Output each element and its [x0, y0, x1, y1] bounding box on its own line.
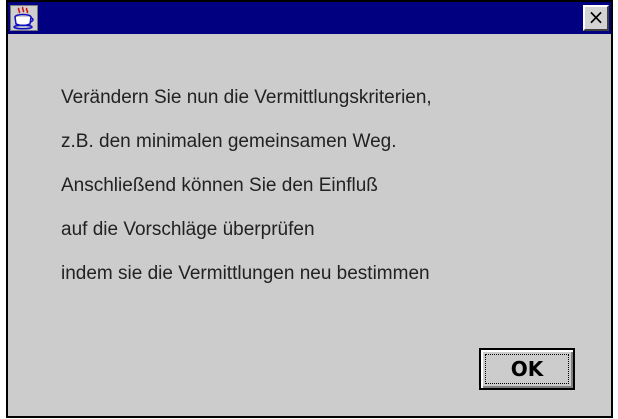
message-line: Anschließend können Sie den Einfluß	[61, 175, 378, 196]
message-line: Verändern Sie nun die Vermittlungskriter…	[61, 87, 432, 108]
ok-button-label: OK	[485, 354, 569, 384]
java-coffee-cup-icon[interactable]	[10, 5, 38, 31]
message-line: auf die Vorschläge überprüfen	[61, 219, 315, 240]
close-icon: ×	[587, 5, 605, 29]
title-bar[interactable]: ×	[8, 2, 611, 34]
java-coffee-cup-icon-graphic	[13, 6, 34, 30]
dialog-message: Verändern Sie nun die Vermittlungskriter…	[61, 87, 432, 307]
message-line: z.B. den minimalen gemeinsamen Weg.	[61, 131, 397, 152]
dialog-window: × Verändern Sie nun die Vermittlungskrit…	[6, 0, 613, 418]
close-button[interactable]: ×	[583, 5, 609, 31]
ok-button[interactable]: OK	[479, 348, 575, 390]
message-line: indem sie die Vermittlungen neu bestimme…	[61, 263, 430, 284]
